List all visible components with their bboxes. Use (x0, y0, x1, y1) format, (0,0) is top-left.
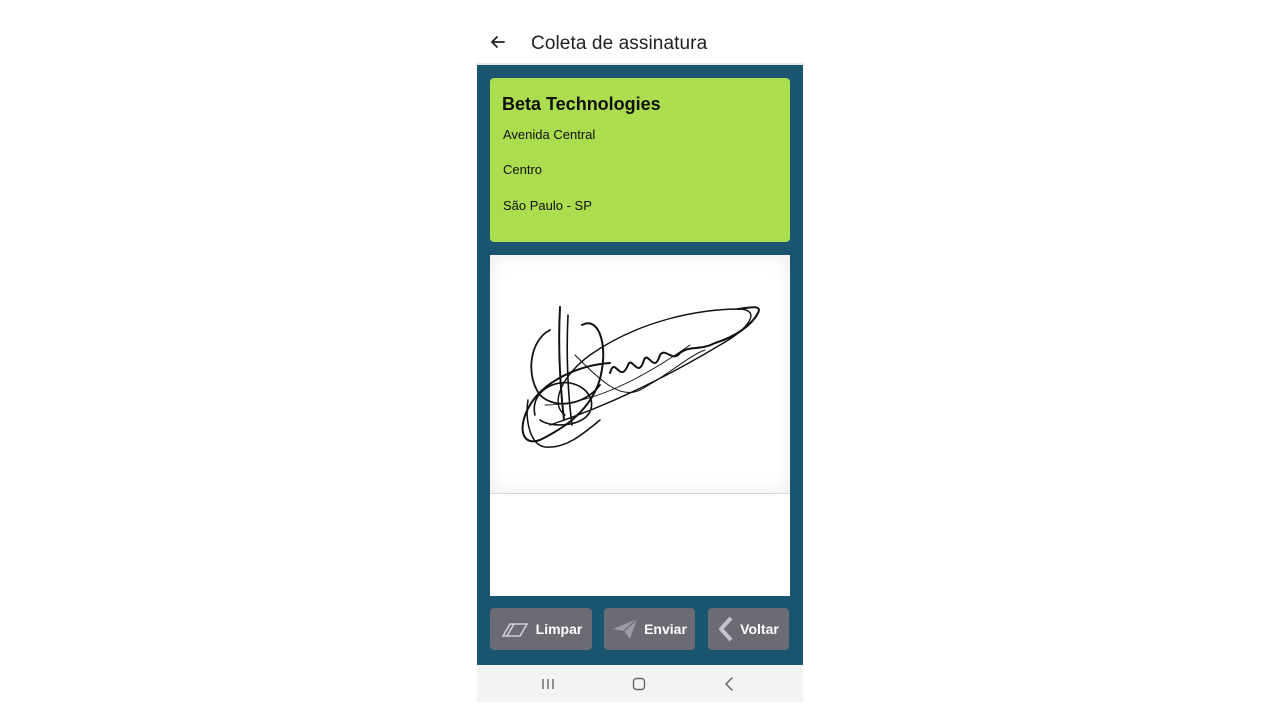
signature-drawing (521, 306, 760, 448)
home-icon[interactable] (629, 674, 649, 694)
eraser-icon (501, 623, 529, 637)
recent-apps-icon[interactable] (538, 674, 558, 694)
back-icon[interactable] (720, 674, 740, 694)
company-name: Beta Technologies (502, 94, 661, 114)
send-button-label: Enviar (644, 621, 687, 637)
back-button[interactable]: Voltar (708, 608, 789, 650)
app-bar: Coleta de assinatura (477, 22, 803, 65)
company-district: Centro (503, 162, 543, 177)
company-card: Beta Technologies Avenida Central Centro… (490, 78, 790, 242)
signature-panel (490, 255, 790, 596)
main-content: Beta Technologies Avenida Central Centro… (477, 65, 803, 665)
system-nav-bar (477, 665, 803, 702)
company-city-state: São Paulo - SP (503, 198, 592, 213)
chevron-left-icon (719, 616, 733, 642)
paper-plane-icon (613, 618, 638, 639)
send-button[interactable]: Enviar (604, 608, 695, 650)
clear-button-label: Limpar (535, 621, 583, 637)
signature-pad[interactable] (490, 255, 790, 494)
arrow-left-icon[interactable] (488, 32, 508, 52)
clear-button[interactable]: Limpar (490, 608, 592, 650)
page-title: Coleta de assinatura (531, 33, 708, 54)
back-button-label: Voltar (740, 621, 779, 637)
phone-screen: Coleta de assinatura Beta Technologies A… (477, 22, 803, 702)
company-street: Avenida Central (503, 127, 596, 142)
